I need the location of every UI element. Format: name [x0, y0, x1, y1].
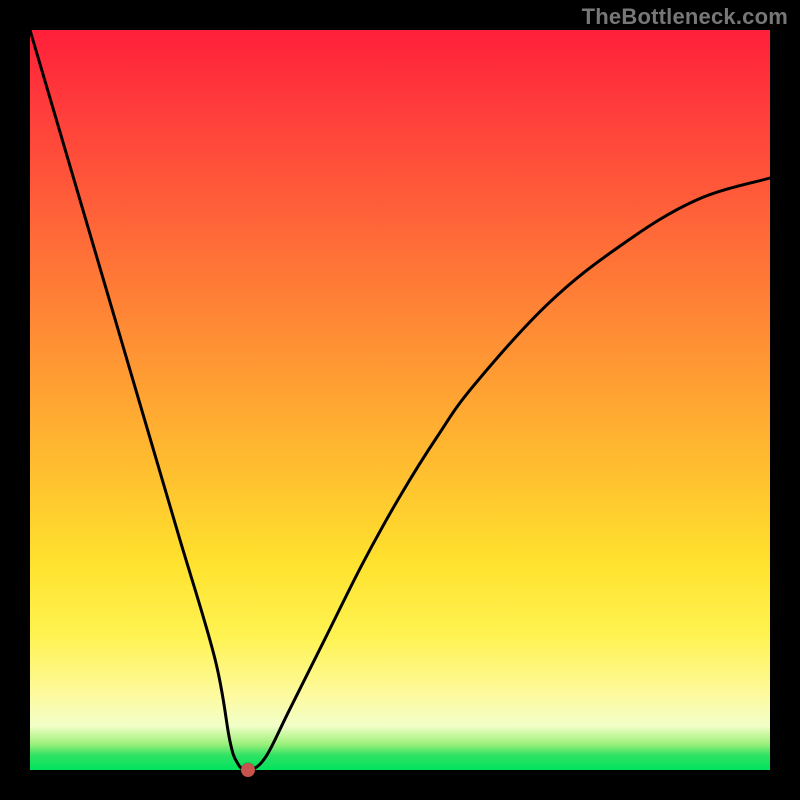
watermark-text: TheBottleneck.com — [582, 4, 788, 30]
min-point-marker — [241, 763, 255, 777]
chart-frame: TheBottleneck.com — [0, 0, 800, 800]
curve-svg — [30, 30, 770, 770]
bottleneck-curve — [30, 30, 776, 772]
plot-area — [30, 30, 770, 770]
